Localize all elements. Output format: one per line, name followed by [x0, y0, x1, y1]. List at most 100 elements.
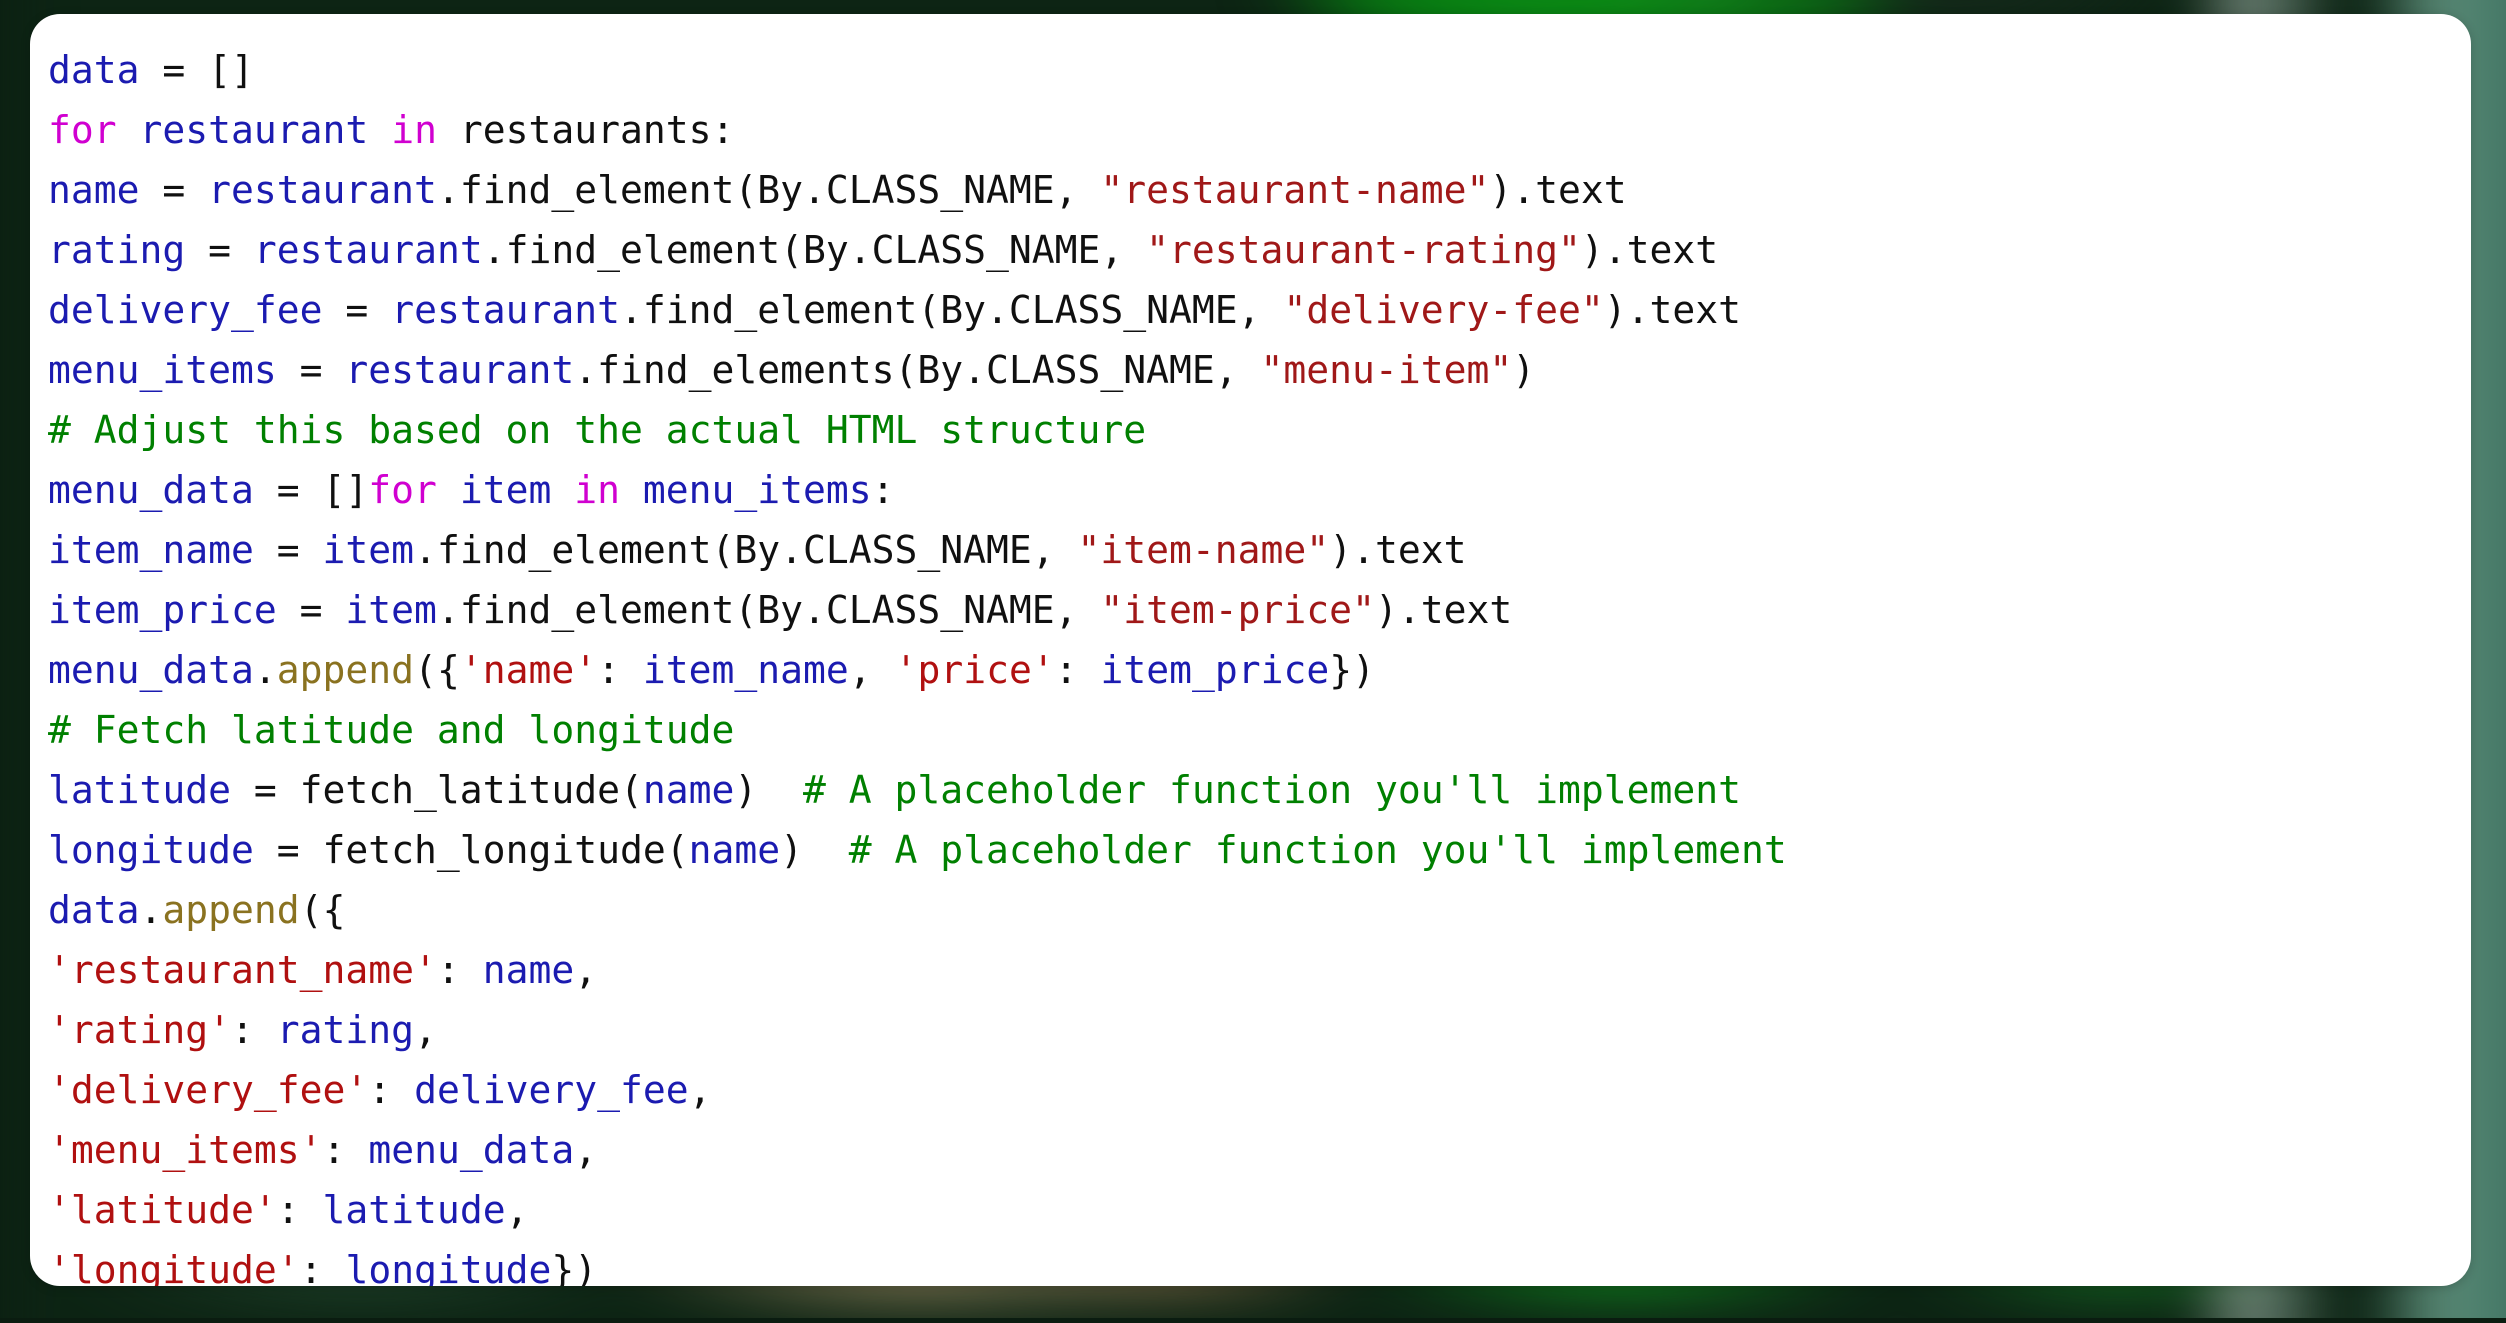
code-token-var: item	[459, 468, 552, 512]
code-token-var: name	[482, 948, 575, 992]
code-token-plain: :	[276, 1188, 323, 1232]
code-token-str2: 'restaurant_name'	[48, 948, 437, 992]
code-token-com: # Fetch latitude and longitude	[48, 708, 735, 752]
code-line-14: longitude = fetch_longitude(name) # A pl…	[48, 820, 1787, 880]
code-token-plain: })	[1329, 648, 1376, 692]
code-token-var: longitude	[48, 828, 254, 872]
code-token-var: item_price	[1100, 648, 1330, 692]
code-token-plain: .find_element(By.CLASS_NAME,	[436, 588, 1101, 632]
code-line-12: # Fetch latitude and longitude	[48, 700, 1787, 760]
code-token-com: # A placeholder function you'll implemen…	[803, 768, 1741, 812]
code-token-plain: .find_element(By.CLASS_NAME,	[436, 168, 1101, 212]
code-token-var: rating	[276, 1008, 415, 1052]
code-token-plain: ({	[299, 888, 346, 932]
code-line-9: item_name = item.find_element(By.CLASS_N…	[48, 520, 1787, 580]
code-token-var: restaurant	[208, 168, 437, 212]
code-token-var: name	[48, 168, 140, 212]
code-token-str2: 'longitude'	[48, 1248, 300, 1286]
code-token-plain: ).text	[1489, 168, 1627, 212]
code-token-str2: 'delivery_fee'	[48, 1068, 369, 1112]
code-token-str: "item-price"	[1100, 588, 1375, 632]
code-token-var: restaurant	[253, 228, 483, 272]
code-line-5: delivery_fee = restaurant.find_element(B…	[48, 280, 1787, 340]
code-token-plain: ).text	[1374, 588, 1513, 632]
code-token-var: restaurant	[345, 348, 575, 392]
code-token-var: menu_data	[48, 648, 254, 692]
code-token-plain: ,	[414, 1008, 437, 1052]
code-token-plain: :	[871, 468, 895, 512]
code-line-19: 'menu_items': menu_data,	[48, 1120, 1787, 1180]
code-token-var: restaurant	[139, 108, 369, 152]
code-token-plain: .find_element(By.CLASS_NAME,	[482, 228, 1147, 272]
code-token-plain: = []	[253, 468, 369, 512]
code-line-18: 'delivery_fee': delivery_fee,	[48, 1060, 1787, 1120]
code-token-str2: 'menu_items'	[48, 1128, 323, 1172]
code-token-var: menu_items	[642, 468, 872, 512]
code-token-str: "delivery-fee"	[1283, 288, 1604, 332]
code-token-var: latitude	[48, 768, 232, 812]
code-token-plain: :	[299, 1248, 346, 1286]
code-token-plain: )	[780, 828, 849, 872]
code-token-plain: ,	[574, 948, 598, 992]
code-token-var: delivery_fee	[414, 1068, 689, 1112]
code-token-str: "item-name"	[1077, 528, 1330, 572]
code-token-com: # Adjust this based on the actual HTML s…	[48, 408, 1147, 452]
code-line-1: data = []	[48, 40, 1787, 100]
code-token-plain: =	[276, 348, 346, 392]
code-token-str2: 'latitude'	[48, 1188, 277, 1232]
code-token-kw: for	[368, 468, 437, 512]
code-token-plain: :	[436, 948, 483, 992]
code-token-plain: = fetch_longitude(	[253, 828, 689, 872]
code-line-16: 'restaurant_name': name,	[48, 940, 1787, 1000]
python-code-block[interactable]: data = [] for restaurant in restaurants: n…	[30, 14, 1787, 1286]
code-token-com: # A placeholder function you'll implemen…	[848, 828, 1787, 872]
code-token-var: data	[48, 48, 140, 92]
code-token-str: "restaurant-name"	[1100, 168, 1490, 212]
code-token-var: data	[48, 888, 140, 932]
code-token-plain: :	[597, 648, 643, 692]
code-token-plain: ).text	[1329, 528, 1467, 572]
code-token-kw: for	[48, 108, 117, 152]
code-token-plain: ,	[848, 648, 895, 692]
code-token-var: delivery_fee	[48, 288, 323, 332]
code-token-plain: = fetch_latitude(	[231, 768, 643, 812]
code-line-11: menu_data.append({'name': item_name, 'pr…	[48, 640, 1787, 700]
code-token-str: "restaurant-rating"	[1146, 228, 1581, 272]
code-line-10: item_price = item.find_element(By.CLASS_…	[48, 580, 1787, 640]
code-token-plain: :	[322, 1128, 369, 1172]
code-token-plain: .	[139, 888, 163, 932]
code-token-fn: append	[162, 888, 300, 932]
code-token-kw: in	[574, 468, 620, 512]
code-token-str2: 'price'	[894, 648, 1055, 692]
code-snippet-card: data = [] for restaurant in restaurants: n…	[30, 14, 2471, 1286]
code-token-var: longitude	[345, 1248, 552, 1286]
code-line-8: menu_data = []for item in menu_items:	[48, 460, 1787, 520]
code-token-var: item_name	[642, 648, 849, 692]
code-token-plain: restaurants:	[436, 108, 735, 152]
code-token-str: "menu-item"	[1260, 348, 1513, 392]
code-token-var: latitude	[322, 1188, 506, 1232]
code-token-plain: :	[231, 1008, 277, 1052]
code-line-20: 'latitude': latitude,	[48, 1180, 1787, 1240]
code-token-plain: .find_elements(By.CLASS_NAME,	[574, 348, 1261, 392]
code-token-var: item_name	[48, 528, 254, 572]
code-line-4: rating = restaurant.find_element(By.CLAS…	[48, 220, 1787, 280]
code-token-kw: in	[391, 108, 437, 152]
code-token-plain: )	[734, 768, 803, 812]
code-token-plain: =	[253, 528, 323, 572]
code-token-plain: =	[139, 168, 209, 212]
code-token-var: item	[345, 588, 437, 632]
code-line-6: menu_items = restaurant.find_elements(By…	[48, 340, 1787, 400]
code-token-plain: ).text	[1603, 288, 1742, 332]
code-token-plain: })	[551, 1248, 598, 1286]
code-line-3: name = restaurant.find_element(By.CLASS_…	[48, 160, 1787, 220]
code-token-plain: .find_element(By.CLASS_NAME,	[414, 528, 1078, 572]
code-token-plain: ,	[574, 1128, 598, 1172]
code-token-plain: )	[1512, 348, 1536, 392]
code-line-21: 'longitude': longitude})	[48, 1240, 1787, 1286]
